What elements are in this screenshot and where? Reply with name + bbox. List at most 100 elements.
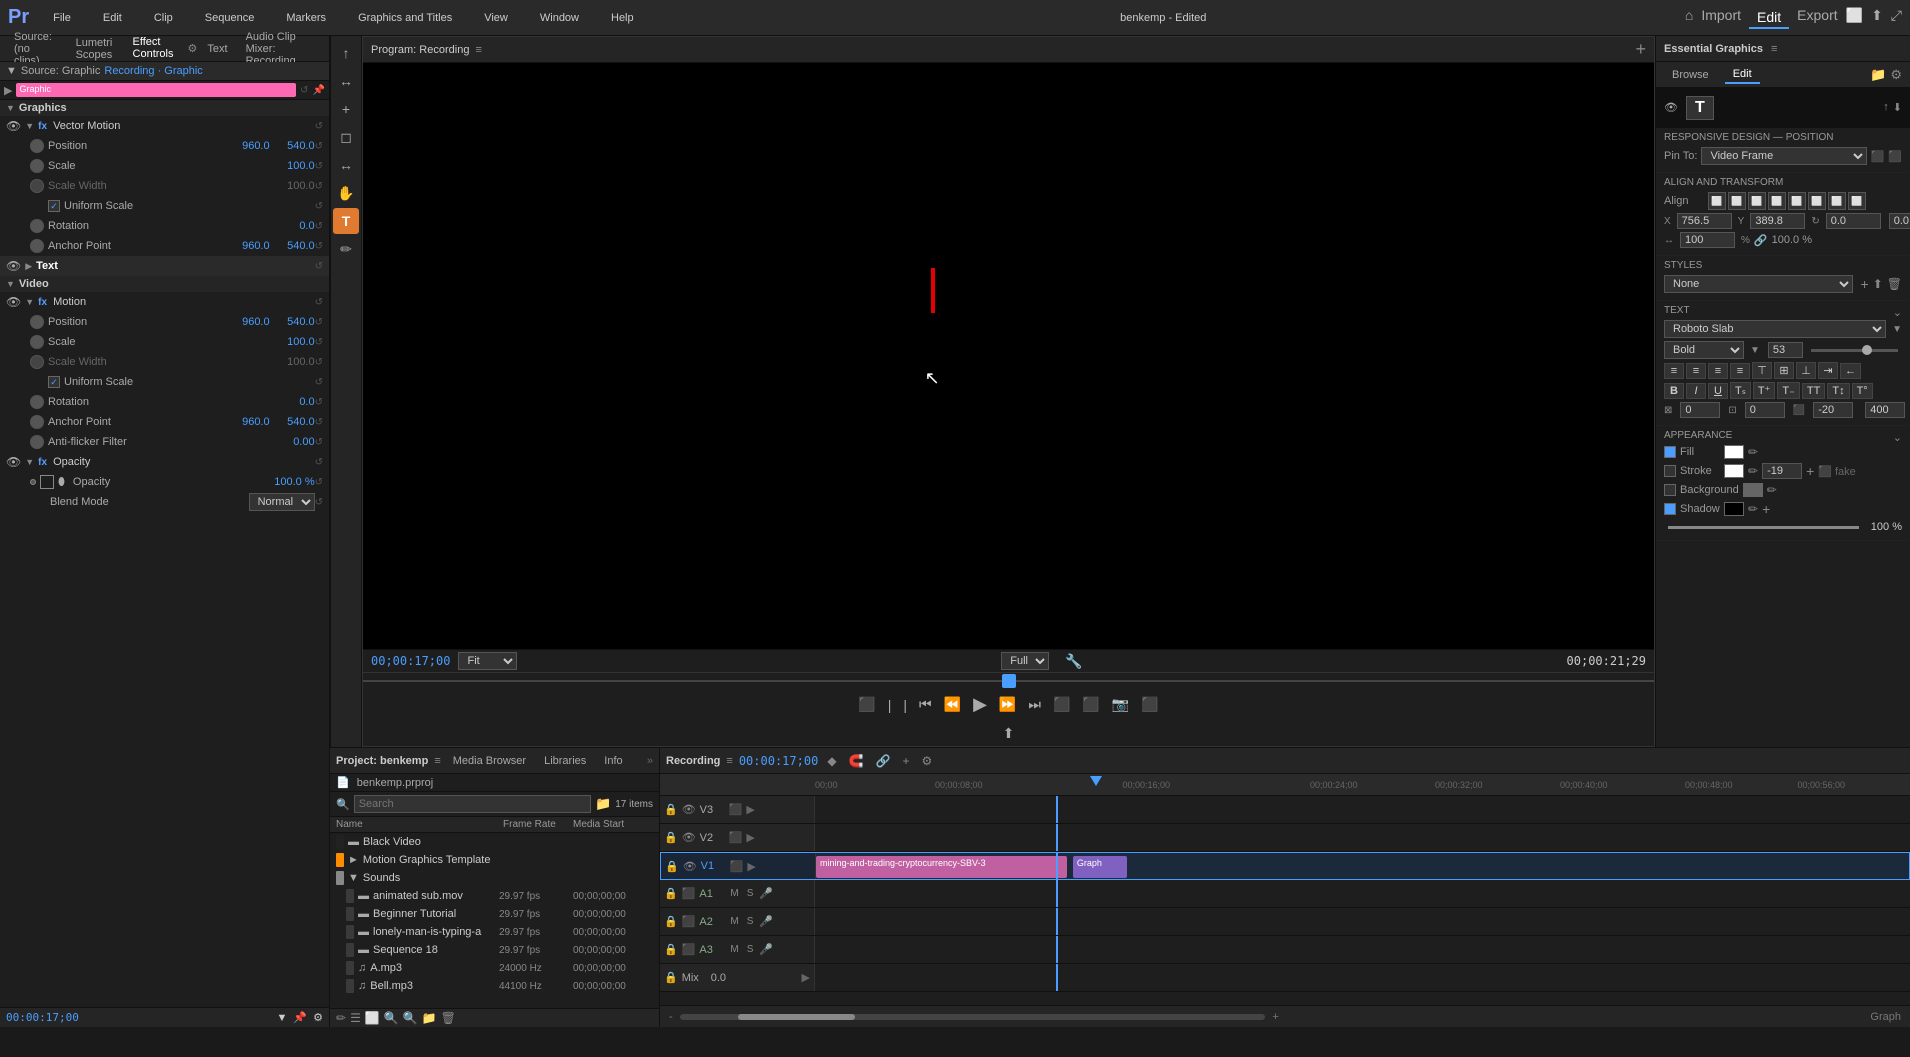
tracking-up-btn[interactable]: T°	[1852, 383, 1873, 399]
motion-anchor-reset[interactable]: ↺	[315, 417, 323, 428]
nav-file[interactable]: File	[45, 8, 79, 28]
bg-checkbox[interactable]	[1664, 484, 1676, 496]
program-scrub-bar[interactable]	[363, 672, 1654, 688]
track-v3-body[interactable]	[815, 796, 1910, 823]
track-a3-body[interactable]	[815, 936, 1910, 963]
tool-pen[interactable]: ✏	[333, 236, 359, 262]
list-item[interactable]: ▬ Black Video	[330, 833, 659, 851]
mix-val[interactable]: 0.0	[711, 972, 726, 984]
align-right-text-btn[interactable]: ≡	[1708, 363, 1728, 379]
multi-cam-btn[interactable]: ⬛	[1137, 694, 1162, 715]
maximize-icon[interactable]: ⤢	[1891, 7, 1902, 29]
rotation-input[interactable]	[1826, 213, 1881, 229]
track-eye-icon[interactable]: 👁	[682, 831, 696, 844]
fill-eyedropper-icon[interactable]: ✏	[1748, 445, 1758, 459]
tool-track-select[interactable]: ↔	[333, 152, 359, 178]
align-bot-text-btn[interactable]: ⊥	[1796, 362, 1816, 379]
track-m-btn[interactable]: M	[728, 888, 740, 899]
rtl-btn[interactable]: ←	[1840, 363, 1861, 379]
bold-btn[interactable]: B	[1664, 383, 1684, 399]
track-a1-body[interactable]	[815, 880, 1910, 907]
align-vcenter-btn[interactable]: ⬜	[1788, 192, 1806, 210]
track-s-btn[interactable]: S	[745, 916, 756, 927]
dist-h-btn[interactable]: ⬜	[1828, 192, 1846, 210]
x-input[interactable]	[1677, 213, 1732, 229]
small-caps-btn[interactable]: Tₛ	[1730, 382, 1751, 399]
opacity-header[interactable]: 👁 ▼ fx Opacity ↺	[0, 452, 329, 472]
pin-btn[interactable]: 📌	[313, 85, 325, 96]
align-bottom-btn[interactable]: ⬜	[1808, 192, 1826, 210]
opacity-val-reset[interactable]: ↺	[315, 477, 323, 488]
new-bin-icon[interactable]: 📁	[595, 796, 611, 812]
ec-expand-icon[interactable]: ▶	[4, 84, 12, 97]
vm-scale-width-reset[interactable]: ↺	[315, 181, 323, 192]
styles-delete-icon[interactable]: 🗑	[1887, 277, 1902, 291]
track-expand-icon[interactable]: ▶	[746, 803, 754, 816]
track-s-btn[interactable]: S	[745, 944, 756, 955]
col-name-header[interactable]: Name	[336, 819, 503, 830]
motion-position-y[interactable]: 540.0	[270, 316, 315, 328]
eg-prev-icon2[interactable]: ⬇	[1893, 101, 1902, 114]
stroke-val[interactable]: -19	[1762, 463, 1802, 479]
motion-uniform-scale-checkbox[interactable]	[48, 376, 60, 388]
tool-zoom-in[interactable]: +	[333, 96, 359, 122]
vm-scale-val[interactable]: 100.0	[270, 160, 315, 172]
track-expand-icon[interactable]: ▶	[746, 831, 754, 844]
nav-edit[interactable]: Edit	[95, 8, 130, 28]
expand-icon[interactable]: ⬜	[1846, 7, 1863, 29]
vm-eye-icon[interactable]: 👁	[6, 119, 21, 133]
track-v1-body[interactable]: mining-and-trading-cryptocurrency-SBV-3 …	[816, 853, 1909, 879]
align-top-text-btn[interactable]: ⊤	[1752, 362, 1772, 379]
track-eye-icon[interactable]: 👁	[682, 803, 696, 816]
tool-select[interactable]: ↑	[333, 40, 359, 66]
list-view-btn[interactable]: ☰	[350, 1011, 361, 1025]
motion-rotation-reset[interactable]: ↺	[315, 397, 323, 408]
new-item-btn[interactable]: ✏	[336, 1011, 346, 1025]
stroke-eyedropper-icon[interactable]: ✏	[1748, 464, 1758, 478]
timeline-menu-icon[interactable]: ≡	[726, 755, 732, 767]
text-eye-icon[interactable]: 👁	[6, 259, 21, 273]
motion-anchor-x[interactable]: 960.0	[225, 416, 270, 428]
spacing4-input[interactable]	[1865, 402, 1905, 418]
track-source-icon[interactable]: ⬛	[682, 943, 696, 956]
bg-eyedropper-icon[interactable]: ✏	[1767, 483, 1777, 497]
tab-text[interactable]: Text	[199, 41, 235, 57]
motion-antiflicker-val[interactable]: 0.00	[270, 436, 315, 448]
vector-motion-header[interactable]: 👁 ▼ fx Vector Motion ↺	[0, 116, 329, 136]
track-v2-body[interactable]	[815, 824, 1910, 851]
underline-btn[interactable]: U	[1708, 383, 1728, 399]
track-expand-icon[interactable]: ▶	[747, 860, 755, 873]
track-mic-icon[interactable]: 🎤	[759, 887, 773, 900]
y-input[interactable]	[1750, 213, 1805, 229]
track-lock-icon[interactable]: 🔒	[665, 860, 679, 873]
opacity-reset[interactable]: ↺	[315, 457, 323, 468]
opacity-blend-icon[interactable]: ⬮	[58, 476, 65, 489]
align-hcenter-btn[interactable]: ⬜	[1728, 192, 1746, 210]
quality-select[interactable]: Full1/21/4	[1001, 652, 1049, 670]
eg-edit-tab[interactable]: Edit	[1725, 66, 1760, 84]
video-chevron[interactable]: ▼	[6, 279, 15, 289]
val4-input[interactable]	[1889, 213, 1910, 229]
list-item[interactable]: ▬ animated sub.mov 29.97 fps 00;00;00;00	[330, 887, 659, 905]
fit-select[interactable]: Fit25%50%100%	[458, 652, 517, 670]
tl-link[interactable]: 🔗	[873, 752, 894, 770]
vm-rotation-val[interactable]: 0.0	[270, 220, 315, 232]
play-btn[interactable]: ▶	[969, 692, 991, 717]
go-out-btn[interactable]: ⏭	[1024, 694, 1045, 715]
program-menu-icon[interactable]: ≡	[475, 44, 481, 56]
track-m-btn[interactable]: M	[728, 916, 740, 927]
source-path[interactable]: Recording · Graphic	[104, 65, 202, 77]
track-source-icon[interactable]: ⬛	[729, 831, 743, 844]
vm-position-y[interactable]: 540.0	[270, 140, 315, 152]
motion-eye-icon[interactable]: 👁	[6, 295, 21, 309]
graphic-clip-bar[interactable]: Graphic	[16, 83, 296, 97]
weight-dropdown-icon[interactable]: ▼	[1750, 345, 1760, 356]
ec-pin-icon[interactable]: 📌	[293, 1011, 307, 1024]
baseline-input[interactable]	[1745, 402, 1785, 418]
motion-antiflicker-reset[interactable]: ↺	[315, 437, 323, 448]
tl-settings[interactable]: ⚙	[918, 752, 935, 770]
graph-btn[interactable]: Graph	[1867, 1011, 1904, 1023]
export-frame-btn[interactable]: 📷	[1108, 694, 1133, 715]
program-add-button[interactable]: +	[1635, 39, 1646, 60]
weight-select[interactable]: Bold	[1664, 341, 1744, 359]
